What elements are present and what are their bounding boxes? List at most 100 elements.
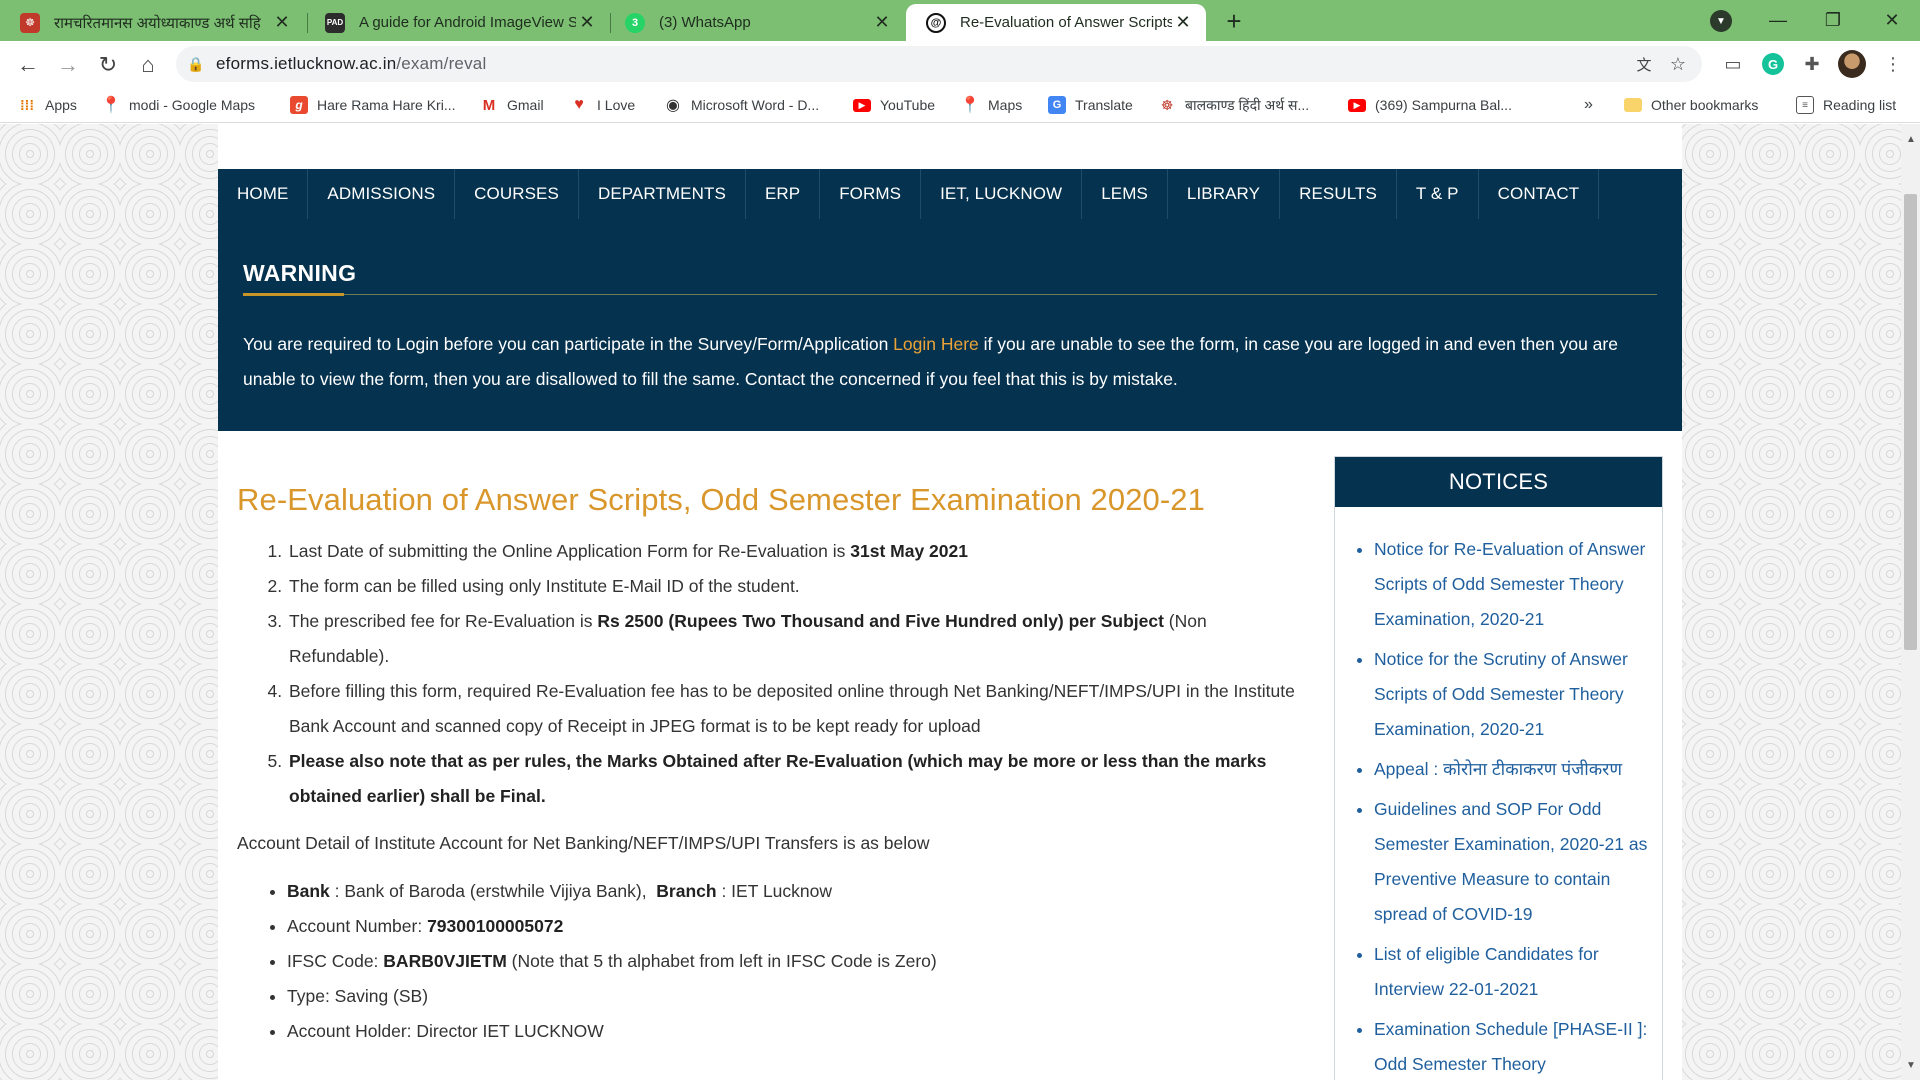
nav-lems[interactable]: LEMS (1082, 169, 1168, 219)
warning-accent-bar (243, 293, 344, 296)
address-bar[interactable]: 🔒 eforms.ietlucknow.ac.in/exam/reval 文 ☆ (176, 46, 1702, 82)
bookmark-i-love[interactable]: ♥ I Love (570, 93, 635, 117)
cast-icon[interactable]: ▭ (1718, 49, 1748, 79)
tab-reevaluation[interactable]: @ Re-Evaluation of Answer Scripts, ✕ (906, 4, 1206, 41)
nav-results[interactable]: RESULTS (1280, 169, 1397, 219)
reading-list[interactable]: ≡ Reading list (1796, 93, 1896, 117)
bookmark-label: Hare Rama Hare Kri... (317, 97, 456, 113)
new-tab-button[interactable]: + (1220, 6, 1248, 36)
grammarly-icon[interactable]: G (1762, 53, 1784, 75)
g-letter-icon: g (290, 96, 308, 114)
bookmark-star-icon[interactable]: ☆ (1666, 52, 1690, 76)
list-item: Account Number: 79300100005072 (287, 909, 1307, 944)
close-icon[interactable]: ✕ (271, 12, 293, 34)
tab-android-guide[interactable]: PAD A guide for Android ImageView S ✕ (305, 4, 610, 41)
login-here-link[interactable]: Login Here (893, 334, 979, 354)
extensions-puzzle-icon[interactable]: ✚ (1797, 49, 1827, 79)
notice-link[interactable]: Notice for Re-Evaluation of Answer Scrip… (1374, 532, 1648, 637)
bookmark-youtube[interactable]: ▶ YouTube (853, 93, 935, 117)
ram-icon: ☸ (1160, 96, 1174, 113)
close-icon[interactable]: ✕ (871, 12, 893, 34)
close-window-button[interactable]: ✕ (1870, 4, 1914, 36)
heart-icon: ♥ (574, 96, 584, 113)
list-item: Account Holder: Director IET LUCKNOW (287, 1014, 1307, 1049)
bookmark-balkand[interactable]: ☸ बालकाण्ड हिंदी अर्थ स... (1158, 93, 1309, 117)
lock-icon[interactable]: 🔒 (176, 56, 216, 73)
nav-library[interactable]: LIBRARY (1168, 169, 1281, 219)
notice-link[interactable]: Notice for the Scrutiny of Answer Script… (1374, 642, 1648, 747)
ifsc-label: IFSC Code: (287, 951, 384, 971)
close-icon[interactable]: ✕ (1172, 12, 1194, 34)
notice-link[interactable]: Examination Schedule [PHASE-II ]: Odd Se… (1374, 1012, 1648, 1080)
maximize-button[interactable]: ❐ (1811, 4, 1855, 36)
bookmark-label: बालकाण्ड हिंदी अर्थ स... (1185, 96, 1310, 113)
nav-iet-lucknow[interactable]: IET, LUCKNOW (921, 169, 1083, 219)
nav-departments[interactable]: DEPARTMENTS (579, 169, 746, 219)
reload-icon[interactable]: ↻ (92, 49, 124, 81)
bookmark-label: Reading list (1823, 97, 1897, 113)
nav-courses[interactable]: COURSES (455, 169, 579, 219)
back-arrow-icon[interactable]: ← (12, 49, 44, 81)
bank-label: Bank (287, 881, 330, 901)
bookmark-label: Maps (988, 97, 1023, 113)
tab-search-icon[interactable]: ▼ (1710, 10, 1732, 32)
tab-strip: ☸ रामचरितमानस अयोध्याकाण्ड अर्थ सहि ✕ PA… (0, 0, 1920, 41)
nav-admissions[interactable]: ADMISSIONS (308, 169, 456, 219)
list-item: The prescribed fee for Re-Evaluation is … (287, 604, 1307, 674)
browser-toolbar: ← → ↻ ⌂ 🔒 eforms.ietlucknow.ac.in/exam/r… (0, 41, 1920, 87)
list-item: Bank : Bank of Baroda (erstwhile Vijiya … (287, 874, 1307, 909)
warning-message: You are required to Login before you can… (243, 327, 1663, 397)
account-intro: Account Detail of Institute Account for … (237, 833, 930, 853)
bookmark-hare-rama[interactable]: g Hare Rama Hare Kri... (290, 93, 455, 117)
bookmark-translate[interactable]: G Translate (1048, 93, 1133, 117)
bookmark-label: YouTube (880, 97, 936, 113)
notice-link[interactable]: Guidelines and SOP For Odd Semester Exam… (1374, 792, 1648, 932)
other-bookmarks[interactable]: Other bookmarks (1624, 93, 1758, 117)
list-item: IFSC Code: BARB0VJIETM (Note that 5 th a… (287, 944, 1307, 979)
bookmark-label: Apps (45, 97, 77, 113)
branch-value: : IET Lucknow (716, 881, 833, 901)
translate-page-icon[interactable]: 文 (1632, 52, 1656, 76)
minimize-button[interactable]: — (1756, 4, 1800, 36)
bookmark-label: Other bookmarks (1651, 97, 1759, 113)
home-icon[interactable]: ⌂ (132, 49, 164, 81)
maps-pin-icon: 📍 (960, 97, 980, 114)
account-number: 79300100005072 (427, 916, 564, 936)
list-item: Before filling this form, required Re-Ev… (287, 674, 1307, 744)
youtube-icon: ▶ (1348, 98, 1366, 112)
profile-avatar[interactable] (1838, 50, 1866, 78)
close-icon[interactable]: ✕ (576, 12, 598, 34)
ifsc-code: BARB0VJIETM (383, 951, 507, 971)
notice-link[interactable]: List of eligible Candidates for Intervie… (1374, 937, 1648, 1007)
tab-title: रामचरितमानस अयोध्याकाण्ड अर्थ सहि (54, 14, 261, 32)
tab-whatsapp[interactable]: 3 (3) WhatsApp ✕ (605, 4, 905, 41)
nav-erp[interactable]: ERP (746, 169, 821, 219)
nav-home[interactable]: HOME (218, 169, 309, 219)
nav-t-and-p[interactable]: T & P (1397, 169, 1479, 219)
nav-contact[interactable]: CONTACT (1479, 169, 1600, 219)
maps-pin-icon: 📍 (101, 97, 121, 114)
bookmark-modi-maps[interactable]: 📍 modi - Google Maps (101, 93, 255, 117)
nav-forms[interactable]: FORMS (820, 169, 922, 219)
list-item: Last Date of submitting the Online Appli… (287, 534, 1307, 569)
bookmarks-overflow-button[interactable]: » (1584, 93, 1593, 117)
scroll-up-arrow-icon[interactable]: ▲ (1906, 134, 1916, 145)
content-container: HOME ADMISSIONS COURSES DEPARTMENTS ERP … (218, 124, 1682, 1080)
bookmark-maps[interactable]: 📍 Maps (960, 93, 1023, 117)
last-date: 31st May 2021 (850, 541, 968, 561)
bookmark-sampurna[interactable]: ▶ (369) Sampurna Bal... (1348, 93, 1512, 117)
tab-ramcharitmanas[interactable]: ☸ रामचरितमानस अयोध्याकाण्ड अर्थ सहि ✕ (0, 4, 305, 41)
notice-link[interactable]: Appeal : कोरोना टीकाकरण पंजीकरण (1374, 752, 1648, 787)
bookmark-gmail[interactable]: M Gmail (480, 93, 544, 117)
forward-arrow-icon[interactable]: → (52, 49, 84, 81)
bookmark-microsoft-word[interactable]: ◉ Microsoft Word - D... (664, 93, 819, 117)
bookmark-apps[interactable]: ⁞⁞⁞ Apps (18, 93, 77, 117)
iet-icon: @ (926, 12, 946, 33)
menu-kebab-icon[interactable]: ⋮ (1878, 49, 1908, 79)
page-scrollbar[interactable]: ▲ ▼ (1901, 124, 1920, 1080)
bookmark-label: Translate (1075, 97, 1133, 113)
scroll-down-arrow-icon[interactable]: ▼ (1906, 1060, 1916, 1071)
translate-icon: G (1048, 96, 1066, 114)
address-url[interactable]: eforms.ietlucknow.ac.in/exam/reval (216, 54, 486, 74)
scrollbar-thumb[interactable] (1904, 194, 1917, 650)
